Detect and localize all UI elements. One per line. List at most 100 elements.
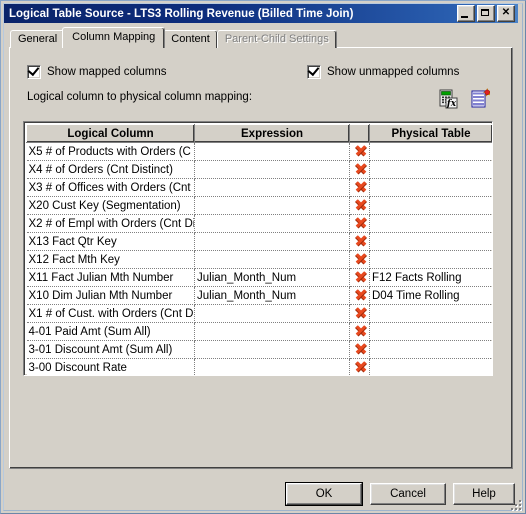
cell-logical-column[interactable]: X4 # of Orders (Cnt Distinct) <box>26 160 195 179</box>
cell-expression[interactable] <box>194 214 350 233</box>
resize-grip[interactable] <box>509 498 521 510</box>
cell-physical-table[interactable] <box>369 196 492 215</box>
table-row[interactable]: X5 # of Products with Orders (C <box>26 142 492 161</box>
cell-expression[interactable] <box>194 196 350 215</box>
cell-physical-table[interactable]: F12 Facts Rolling <box>369 268 492 287</box>
cell-physical-table[interactable] <box>369 340 492 359</box>
cell-expression[interactable] <box>194 358 350 375</box>
table-row[interactable]: X13 Fact Qtr Key <box>26 232 492 251</box>
cell-unmapped-mark[interactable] <box>349 214 370 233</box>
cell-physical-table[interactable] <box>369 304 492 323</box>
table-row[interactable]: X11 Fact Julian Mth Number Julian_Month_N… <box>26 268 492 287</box>
header-logical-column[interactable]: Logical Column <box>26 124 195 143</box>
new-row-star-icon[interactable] <box>470 87 492 108</box>
table-row[interactable]: X1 # of Cust. with Orders (Cnt Di <box>26 304 492 323</box>
cell-logical-column[interactable]: X13 Fact Qtr Key <box>26 232 195 251</box>
tab-content[interactable]: Content <box>163 30 218 48</box>
cell-expression[interactable] <box>194 250 350 269</box>
table-row[interactable]: X12 Fact Mth Key <box>26 250 492 269</box>
cell-unmapped-mark[interactable] <box>349 268 370 287</box>
cell-logical-column[interactable]: X1 # of Cust. with Orders (Cnt Di <box>26 304 195 323</box>
maximize-button[interactable] <box>477 5 495 22</box>
window-title: Logical Table Source - LTS3 Rolling Reve… <box>9 7 354 20</box>
svg-text:fx: fx <box>446 99 457 109</box>
table-row[interactable]: X2 # of Empl with Orders (Cnt Di <box>26 214 492 233</box>
ok-button[interactable]: OK <box>285 482 363 506</box>
cell-physical-table[interactable] <box>369 160 492 179</box>
header-physical-table[interactable]: Physical Table <box>369 124 492 143</box>
cell-expression[interactable] <box>194 142 350 161</box>
header-expression[interactable]: Expression <box>194 124 350 143</box>
show-unmapped-columns-label: Show unmapped columns <box>327 66 460 78</box>
table-row[interactable]: X4 # of Orders (Cnt Distinct) <box>26 160 492 179</box>
cell-physical-table[interactable] <box>369 358 492 375</box>
header-mark[interactable] <box>349 124 370 143</box>
cell-logical-column[interactable]: 4-01 Paid Amt (Sum All) <box>26 322 195 341</box>
cell-logical-column[interactable]: X12 Fact Mth Key <box>26 250 195 269</box>
cancel-button[interactable]: Cancel <box>370 483 446 505</box>
show-unmapped-columns-checkbox[interactable] <box>307 63 321 79</box>
tab-parent-child-settings: Parent-Child Settings <box>216 30 337 48</box>
cell-unmapped-mark[interactable] <box>349 196 370 215</box>
mapping-table-body: X5 # of Products with Orders (C X4 # of O… <box>26 142 492 375</box>
cell-physical-table[interactable] <box>369 178 492 197</box>
red-x-icon <box>354 162 368 176</box>
cell-unmapped-mark[interactable] <box>349 178 370 197</box>
show-unmapped-columns-checkbox-row[interactable]: Show unmapped columns <box>307 63 460 79</box>
minimize-button[interactable] <box>457 5 475 22</box>
table-row[interactable]: X3 # of Offices with Orders (Cnt <box>26 178 492 197</box>
column-mapping-grid[interactable]: Logical Column Expression Physical Table… <box>23 121 493 376</box>
cell-logical-column[interactable]: X5 # of Products with Orders (C <box>26 142 195 161</box>
cell-physical-table[interactable] <box>369 214 492 233</box>
cell-expression[interactable] <box>194 232 350 251</box>
close-button[interactable]: ✕ <box>497 5 515 22</box>
cell-logical-column[interactable]: X20 Cust Key (Segmentation) <box>26 196 195 215</box>
cell-unmapped-mark[interactable] <box>349 340 370 359</box>
title-bar[interactable]: Logical Table Source - LTS3 Rolling Reve… <box>4 4 518 23</box>
tab-column-mapping[interactable]: Column Mapping <box>62 27 166 48</box>
table-row[interactable]: X10 Dim Julian Mth Number Julian_Month_Nu… <box>26 286 492 305</box>
show-mapped-columns-checkbox-row[interactable]: Show mapped columns <box>27 63 167 79</box>
cell-expression[interactable]: Julian_Month_Num <box>194 268 350 287</box>
cell-expression[interactable] <box>194 304 350 323</box>
cell-logical-column[interactable]: 3-01 Discount Amt (Sum All) <box>26 340 195 359</box>
cell-physical-table[interactable] <box>369 142 492 161</box>
tab-general[interactable]: General <box>10 30 66 48</box>
cell-expression[interactable] <box>194 178 350 197</box>
cell-unmapped-mark[interactable] <box>349 322 370 341</box>
cell-unmapped-mark[interactable] <box>349 358 370 375</box>
cell-physical-table[interactable] <box>369 232 492 251</box>
dialog-window: Logical Table Source - LTS3 Rolling Reve… <box>0 0 526 514</box>
cell-unmapped-mark[interactable] <box>349 232 370 251</box>
cell-physical-table[interactable] <box>369 250 492 269</box>
cell-unmapped-mark[interactable] <box>349 160 370 179</box>
cell-unmapped-mark[interactable] <box>349 250 370 269</box>
table-row[interactable]: 4-01 Paid Amt (Sum All) <box>26 322 492 341</box>
cell-unmapped-mark[interactable] <box>349 304 370 323</box>
red-x-icon <box>354 288 368 302</box>
calculator-fx-icon[interactable]: fx <box>438 89 458 109</box>
cell-expression[interactable] <box>194 340 350 359</box>
cell-unmapped-mark[interactable] <box>349 142 370 161</box>
cell-logical-column[interactable]: X2 # of Empl with Orders (Cnt Di <box>26 214 195 233</box>
cell-physical-table[interactable] <box>369 322 492 341</box>
help-button[interactable]: Help <box>453 483 515 505</box>
cell-logical-column[interactable]: X10 Dim Julian Mth Number <box>26 286 195 305</box>
cell-expression[interactable] <box>194 160 350 179</box>
cell-logical-column[interactable]: 3-00 Discount Rate <box>26 358 195 375</box>
window-controls: ✕ <box>457 5 518 22</box>
table-row[interactable]: X20 Cust Key (Segmentation) <box>26 196 492 215</box>
red-x-icon <box>354 144 368 158</box>
cell-physical-table[interactable]: D04 Time Rolling <box>369 286 492 305</box>
show-mapped-columns-checkbox[interactable] <box>27 63 41 79</box>
red-x-icon <box>354 252 368 266</box>
cell-unmapped-mark[interactable] <box>349 286 370 305</box>
table-row[interactable]: 3-00 Discount Rate <box>26 358 492 375</box>
table-header-row: Logical Column Expression Physical Table <box>26 124 492 143</box>
table-row[interactable]: 3-01 Discount Amt (Sum All) <box>26 340 492 359</box>
cell-expression[interactable] <box>194 322 350 341</box>
cell-expression[interactable]: Julian_Month_Num <box>194 286 350 305</box>
cell-logical-column[interactable]: X11 Fact Julian Mth Number <box>26 268 195 287</box>
cell-logical-column[interactable]: X3 # of Offices with Orders (Cnt <box>26 178 195 197</box>
check-icon <box>307 63 320 77</box>
